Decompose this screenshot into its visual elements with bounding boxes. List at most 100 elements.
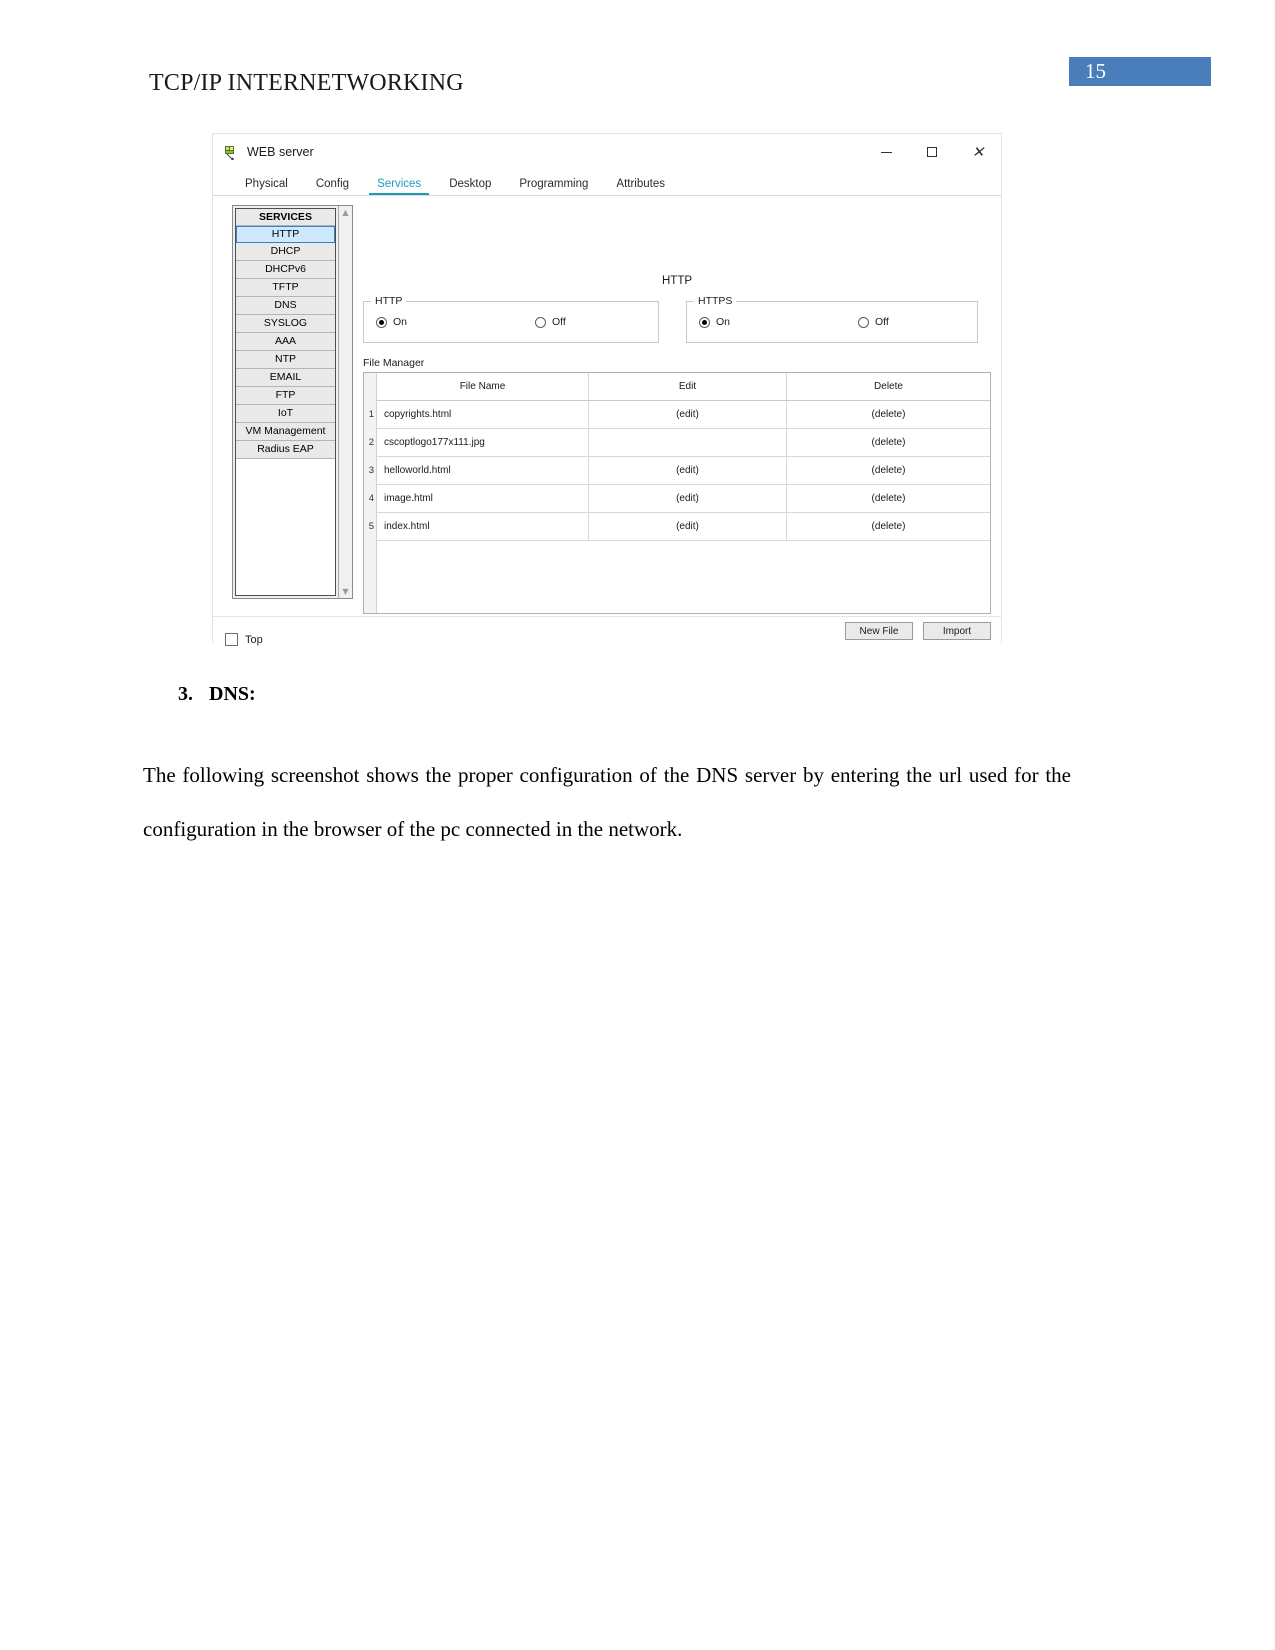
row-number: 3 [368,465,374,476]
row-number-header [364,373,376,401]
sidebar-item-ntp[interactable]: NTP [236,351,335,369]
window-body: SERVICES HTTP DHCP DHCPv6 TFTP DNS SYSLO… [213,196,1001,640]
table-row: image.html (edit) (delete) [377,485,990,513]
tab-config[interactable]: Config [302,178,363,195]
server-icon [223,144,239,161]
https-on-label: On [716,316,731,328]
file-manager-label: File Manager [363,357,425,369]
services-sidebar: SERVICES HTTP DHCP DHCPv6 TFTP DNS SYSLO… [232,205,353,599]
section-heading-text: DNS: [209,683,256,705]
radio-selected-icon [699,316,710,328]
file-manager-rows: File Name Edit Delete copyrights.html (e… [377,373,990,613]
delete-link[interactable]: (delete) [787,457,990,484]
import-button[interactable]: Import [923,622,991,640]
protocol-toggles-row: HTTP On Off HTTPS On Off [363,295,991,343]
window-title: WEB server [247,145,314,159]
sidebar-item-vm-management[interactable]: VM Management [236,423,335,441]
sidebar-item-syslog[interactable]: SYSLOG [236,315,335,333]
sidebar-scrollbar[interactable]: ▲ ▼ [339,206,352,598]
edit-link[interactable]: (edit) [589,401,787,428]
edit-link[interactable]: (edit) [589,457,787,484]
delete-link[interactable]: (delete) [787,429,990,456]
scroll-down-icon[interactable]: ▼ [339,585,352,598]
window-controls: ✕ [863,134,1001,170]
delete-link[interactable]: (delete) [787,513,990,540]
tab-physical[interactable]: Physical [231,178,302,195]
row-number: 1 [368,409,374,420]
table-row: copyrights.html (edit) (delete) [377,401,990,429]
tab-attributes[interactable]: Attributes [602,178,679,195]
tab-programming[interactable]: Programming [505,178,602,195]
http-radio-row: On Off [364,302,658,342]
services-list-wrapper: SERVICES HTTP DHCP DHCPv6 TFTP DNS SYSLO… [233,206,339,598]
delete-link[interactable]: (delete) [787,485,990,512]
column-header-delete: Delete [874,381,903,392]
radio-selected-icon [376,316,387,328]
https-off-radio[interactable]: Off [858,316,889,328]
minimize-button[interactable] [863,134,909,170]
table-row: index.html (edit) (delete) [377,513,990,541]
close-icon: ✕ [971,143,985,161]
services-content-panel: HTTP HTTP On Off HTTPS On Off File Manag… [363,196,991,640]
services-list: SERVICES HTTP DHCP DHCPv6 TFTP DNS SYSLO… [235,208,336,596]
maximize-button[interactable] [909,134,955,170]
file-name-cell: image.html [377,485,589,512]
row-number: 5 [368,521,374,532]
table-row: helloworld.html (edit) (delete) [377,457,990,485]
section-heading-number: 3. [178,683,193,705]
column-header-edit: Edit [589,373,787,400]
new-file-button[interactable]: New File [845,622,913,640]
close-button[interactable]: ✕ [955,134,1001,170]
row-number: 4 [368,493,374,504]
edit-link [589,429,787,456]
file-name-cell: copyrights.html [377,401,589,428]
edit-link[interactable]: (edit) [589,485,787,512]
content-title: HTTP [661,275,693,287]
tab-desktop[interactable]: Desktop [435,178,505,195]
window-title-bar: WEB server ✕ [213,134,1001,170]
sidebar-item-iot[interactable]: IoT [236,405,335,423]
http-off-label: Off [552,316,566,328]
table-row: cscoptlogo177x111.jpg (delete) [377,429,990,457]
column-header-file-name: File Name [377,373,589,400]
radio-unselected-icon [535,316,547,328]
sidebar-item-dns[interactable]: DNS [236,297,335,315]
file-name-cell: index.html [377,513,589,540]
sidebar-item-http[interactable]: HTTP [236,226,335,243]
table-header-row: File Name Edit Delete [377,373,990,401]
http-off-radio[interactable]: Off [535,316,566,328]
top-checkbox[interactable] [225,633,238,646]
document-header-title: TCP/IP INTERNETWORKING [149,70,464,96]
https-group-legend: HTTPS [694,295,737,307]
https-off-label: Off [875,316,889,328]
http-group: HTTP On Off [363,295,659,343]
tab-strip: Physical Config Services Desktop Program… [213,170,1001,196]
page-number-badge: 15 [1069,57,1211,86]
sidebar-item-radius-eap[interactable]: Radius EAP [236,441,335,459]
http-on-label: On [393,316,408,328]
row-number-column: 1 2 3 4 5 [364,373,377,613]
sidebar-item-email[interactable]: EMAIL [236,369,335,387]
sidebar-item-aaa[interactable]: AAA [236,333,335,351]
sidebar-item-dhcpv6[interactable]: DHCPv6 [236,261,335,279]
delete-link[interactable]: (delete) [787,401,990,428]
edit-link[interactable]: (edit) [589,513,787,540]
https-radio-row: On Off [687,302,977,342]
sidebar-item-dhcp[interactable]: DHCP [236,243,335,261]
http-group-legend: HTTP [371,295,407,307]
https-on-radio[interactable]: On [699,316,730,328]
radio-unselected-icon [858,316,870,328]
row-number: 2 [368,437,374,448]
sidebar-item-ftp[interactable]: FTP [236,387,335,405]
file-manager-table: 1 2 3 4 5 File Name Edit Delete copyrigh… [363,372,991,614]
tab-services[interactable]: Services [363,178,435,195]
packet-tracer-window: WEB server ✕ Physical Config Services De… [212,133,1002,662]
http-on-radio[interactable]: On [376,316,407,328]
scroll-up-icon[interactable]: ▲ [339,206,352,219]
top-checkbox-label: Top [245,633,263,646]
file-name-cell: helloworld.html [377,457,589,484]
sidebar-item-tftp[interactable]: TFTP [236,279,335,297]
https-group: HTTPS On Off [686,295,978,343]
body-paragraph: The following screenshot shows the prope… [143,763,1071,841]
services-list-header: SERVICES [236,209,335,226]
